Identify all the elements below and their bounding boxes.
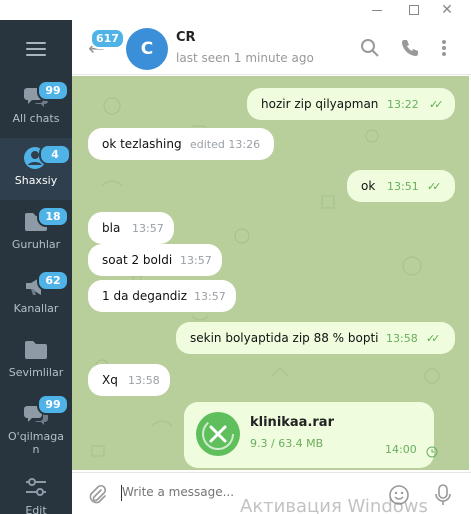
sidebar-item-label: Edit	[25, 504, 47, 514]
sidebar-item-sevimlilar[interactable]: Sevimlilar	[0, 330, 72, 392]
sidebar-item-label: O'qilmagan	[8, 430, 64, 456]
message-time: edited 13:26	[190, 138, 261, 151]
unread-badge: 18	[37, 206, 69, 227]
message-text: Xq	[102, 373, 118, 387]
message-bubble-outgoing[interactable]: ok 13:51 ✓✓	[347, 170, 455, 202]
cancel-icon	[202, 418, 234, 450]
avatar[interactable]: C	[126, 28, 168, 70]
unread-counter-badge: 617	[90, 28, 125, 49]
unread-badge: 99	[37, 80, 69, 101]
message-time: 13:51	[387, 180, 419, 193]
double-check-icon: ✓✓	[429, 98, 444, 111]
message-text: hozir zip qilyapman	[261, 97, 379, 111]
double-check-icon: ✓✓	[427, 180, 442, 193]
sidebar-item-label: Sevimlilar	[8, 366, 64, 379]
message-bubble-incoming[interactable]: Xq 13:58	[88, 364, 170, 396]
message-text: 1 da degandiz	[102, 289, 188, 303]
message-text: bla	[102, 221, 121, 235]
message-bubble-incoming[interactable]: 1 da degandiz 13:57	[88, 280, 236, 312]
double-check-icon: ✓✓	[426, 332, 441, 345]
search-icon[interactable]	[360, 38, 380, 58]
paperclip-icon[interactable]	[86, 484, 108, 506]
chat-title[interactable]: CR	[176, 30, 196, 45]
menu-hamburger-icon[interactable]	[26, 42, 46, 56]
sliders-icon	[26, 478, 46, 496]
message-time: 13:58	[128, 374, 160, 387]
sidebar-item-label: All chats	[12, 112, 60, 125]
message-bubble-outgoing[interactable]: sekin bolyaptida zip 88 % bopti 13:58 ✓✓	[176, 322, 455, 354]
file-message-bubble[interactable]: klinikaa.rar 9.3 / 63.4 MB 14:00	[184, 402, 438, 468]
message-bubble-outgoing[interactable]: hozir zip qilyapman 13:22 ✓✓	[247, 88, 455, 120]
message-text: soat 2 boldi	[102, 253, 173, 267]
chat-header: ← 617 C CR last seen 1 minute ago	[72, 20, 471, 75]
message-time: 13:57	[180, 254, 212, 267]
clock-icon	[426, 446, 438, 458]
sidebar-item-label: Guruhlar	[11, 238, 61, 251]
sidebar-item-edit[interactable]: Edit	[0, 470, 72, 514]
message-text: sekin bolyaptida zip 88 % bopti	[190, 331, 379, 345]
file-name: klinikaa.rar	[250, 415, 334, 430]
message-bubble-incoming[interactable]: bla 13:57	[88, 212, 174, 244]
message-bubble-incoming[interactable]: soat 2 boldi 13:57	[88, 244, 222, 276]
unread-badge: 99	[37, 394, 69, 415]
folders-sidebar: 99 All chats 4 Shaxsiy 18 Guruhlar 62 Ka…	[0, 20, 72, 514]
cancel-download-button[interactable]	[196, 412, 240, 456]
sidebar-item-label: Kanallar	[13, 302, 59, 315]
message-text: ok	[361, 179, 376, 193]
unread-badge: 4	[39, 144, 71, 165]
sidebar-item-kanallar[interactable]: 62 Kanallar	[0, 266, 72, 328]
unread-badge: 62	[37, 270, 69, 291]
close-icon: ✕	[441, 2, 453, 18]
message-time: 14:00	[385, 443, 417, 456]
sidebar-item-all-chats[interactable]: 99 All chats	[0, 76, 72, 138]
sidebar-item-oqilmagan[interactable]: 99 O'qilmagan	[0, 394, 72, 466]
folder-icon	[25, 341, 47, 359]
close-window-button[interactable]: ✕	[432, 0, 462, 20]
maximize-icon	[409, 5, 419, 15]
minimize-button[interactable]	[362, 0, 392, 20]
chat-messages-area[interactable]: hozir zip qilyapman 13:22 ✓✓ ok tezlashi…	[72, 76, 469, 470]
maximize-button[interactable]	[399, 0, 429, 20]
message-bubble-incoming[interactable]: ok tezlashing edited 13:26	[88, 128, 274, 160]
windows-activation-watermark: Активация Windows	[240, 496, 428, 514]
message-time: 13:57	[194, 290, 226, 303]
message-text: ok tezlashing	[102, 137, 182, 151]
message-time: 13:22	[387, 98, 419, 111]
minimize-icon	[372, 9, 382, 11]
sidebar-item-label: Shaxsiy	[14, 174, 58, 187]
phone-icon[interactable]	[400, 38, 420, 58]
chat-status: last seen 1 minute ago	[176, 51, 314, 65]
window-titlebar: ✕	[0, 0, 471, 20]
message-time: 13:58	[386, 332, 418, 345]
sidebar-item-shaxsiy[interactable]: 4 Shaxsiy	[0, 138, 72, 200]
microphone-icon[interactable]	[432, 483, 454, 507]
more-vertical-icon[interactable]	[434, 38, 454, 58]
sidebar-item-guruhlar[interactable]: 18 Guruhlar	[0, 202, 72, 264]
file-size: 9.3 / 63.4 MB	[250, 437, 324, 450]
message-time: 13:57	[132, 222, 164, 235]
